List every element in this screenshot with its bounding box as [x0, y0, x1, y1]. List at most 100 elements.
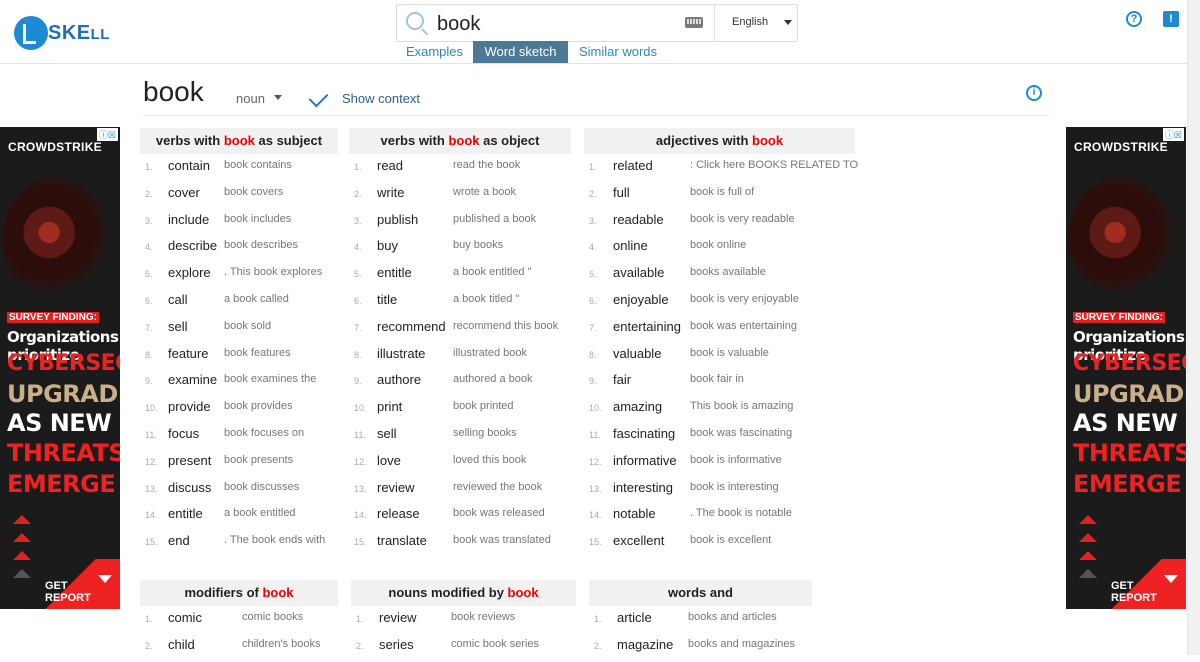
collocate-word[interactable]: available [613, 265, 664, 281]
collocate-word[interactable]: authore [377, 372, 421, 388]
show-context-toggle[interactable]: Show context [342, 91, 420, 106]
collocate-word[interactable]: recommend [377, 319, 446, 335]
list-item[interactable]: 15. end . The book ends with [140, 531, 338, 558]
list-item[interactable]: 9. examine book examines the [140, 370, 338, 397]
list-item[interactable]: 7. recommend recommend this book [349, 317, 571, 344]
tab-similar-words[interactable]: Similar words [568, 41, 668, 63]
list-item[interactable]: 5. explore . This book explores [140, 263, 338, 290]
list-item[interactable]: 1. review book reviews [351, 608, 576, 635]
keyboard-icon[interactable] [685, 17, 703, 28]
collocate-word[interactable]: valuable [613, 346, 661, 362]
list-item[interactable]: 9. fair book fair in [584, 370, 855, 397]
collocate-word[interactable]: explore [168, 265, 211, 281]
list-item[interactable]: 12. informative book is informative [584, 451, 855, 478]
checkmark-icon[interactable] [308, 87, 329, 108]
collocate-word[interactable]: enjoyable [613, 292, 669, 308]
collocate-word[interactable]: interesting [613, 480, 673, 496]
collocate-word[interactable]: readable [613, 212, 664, 228]
list-item[interactable]: 10. provide book provides [140, 397, 338, 424]
list-item[interactable]: 2. cover book covers [140, 183, 338, 210]
collocate-word[interactable]: amazing [613, 399, 662, 415]
list-item[interactable]: 12. love loved this book [349, 451, 571, 478]
list-item[interactable]: 9. authore authored a book [349, 370, 571, 397]
list-item[interactable]: 11. focus book focuses on [140, 424, 338, 451]
get-report-button[interactable]: GET REPORT [45, 559, 120, 609]
skell-logo[interactable]: SKELL [14, 16, 109, 50]
list-item[interactable]: 6. call a book called [140, 290, 338, 317]
list-item[interactable]: 14. release book was released [349, 504, 571, 531]
collocate-word[interactable]: excellent [613, 533, 664, 549]
list-item[interactable]: 2. series comic book series [351, 635, 576, 662]
list-item[interactable]: 1. article books and articles [589, 608, 812, 635]
collocate-word[interactable]: child [168, 637, 195, 653]
list-item[interactable]: 3. include book includes [140, 210, 338, 237]
collocate-word[interactable]: release [377, 506, 420, 522]
list-item[interactable]: 2. magazine books and magazines [589, 635, 812, 662]
collocate-word[interactable]: series [379, 637, 414, 653]
list-item[interactable]: 15. excellent book is excellent [584, 531, 855, 558]
collocate-word[interactable]: publish [377, 212, 418, 228]
pos-select[interactable]: noun [236, 91, 265, 106]
collocate-word[interactable]: fascinating [613, 426, 675, 442]
list-item[interactable]: 8. valuable book is valuable [584, 344, 855, 371]
collocate-word[interactable]: present [168, 453, 211, 469]
list-item[interactable]: 1. comic comic books [140, 608, 338, 635]
list-item[interactable]: 6. enjoyable book is very enjoyable [584, 290, 855, 317]
collocate-word[interactable]: full [613, 185, 630, 201]
list-item[interactable]: 13. discuss book discusses [140, 478, 338, 505]
collocate-word[interactable]: informative [613, 453, 677, 469]
collocate-word[interactable]: describe [168, 238, 217, 254]
collocate-word[interactable]: focus [168, 426, 199, 442]
list-item[interactable]: 14. notable . The book is notable [584, 504, 855, 531]
list-item[interactable]: 2. write wrote a book [349, 183, 571, 210]
search-icon[interactable] [406, 12, 424, 30]
list-item[interactable]: 6. title a book titled " [349, 290, 571, 317]
list-item[interactable]: 8. feature book features [140, 344, 338, 371]
collocate-word[interactable]: review [379, 610, 417, 626]
collocate-word[interactable]: comic [168, 610, 202, 626]
list-item[interactable]: 8. illustrate illustrated book [349, 344, 571, 371]
list-item[interactable]: 11. sell selling books [349, 424, 571, 451]
collocate-word[interactable]: discuss [168, 480, 211, 496]
collocate-word[interactable]: examine [168, 372, 217, 388]
collocate-word[interactable]: print [377, 399, 402, 415]
collocate-word[interactable]: end [168, 533, 190, 549]
collocate-word[interactable]: illustrate [377, 346, 425, 362]
collocate-word[interactable]: notable [613, 506, 656, 522]
collocate-word[interactable]: love [377, 453, 401, 469]
collocate-word[interactable]: related [613, 158, 653, 174]
ad-banner-left[interactable]: ⓘ☒ CROWDSTRIKE SURVEY FINDING: Organizat… [0, 127, 120, 609]
collocate-word[interactable]: entitle [168, 506, 203, 522]
list-item[interactable]: 3. publish published a book [349, 210, 571, 237]
list-item[interactable]: 2. full book is full of [584, 183, 855, 210]
list-item[interactable]: 7. sell book sold [140, 317, 338, 344]
scrollbar[interactable] [1187, 0, 1200, 655]
chevron-down-icon[interactable] [274, 95, 282, 100]
collocate-word[interactable]: fair [613, 372, 631, 388]
collocate-word[interactable]: online [613, 238, 648, 254]
collocate-word[interactable]: include [168, 212, 209, 228]
list-item[interactable]: 12. present book presents [140, 451, 338, 478]
collocate-word[interactable]: feature [168, 346, 208, 362]
collocate-word[interactable]: write [377, 185, 404, 201]
tab-word-sketch[interactable]: Word sketch [473, 41, 568, 63]
collocate-word[interactable]: contain [168, 158, 210, 174]
list-item[interactable]: 5. available books available [584, 263, 855, 290]
language-select[interactable]: English [714, 5, 798, 41]
list-item[interactable]: 13. interesting book is interesting [584, 478, 855, 505]
collocate-word[interactable]: cover [168, 185, 200, 201]
list-item[interactable]: 15. translate book was translated [349, 531, 571, 558]
collocate-word[interactable]: buy [377, 238, 398, 254]
collocate-word[interactable]: entitle [377, 265, 412, 281]
list-item[interactable]: 3. readable book is very readable [584, 210, 855, 237]
collocate-word[interactable]: review [377, 480, 415, 496]
list-item[interactable]: 5. entitle a book entitled " [349, 263, 571, 290]
collocate-word[interactable]: provide [168, 399, 211, 415]
list-item[interactable]: 7. entertaining book was entertaining [584, 317, 855, 344]
list-item[interactable]: 2. child children's books [140, 635, 338, 662]
collocate-word[interactable]: translate [377, 533, 427, 549]
info-icon[interactable]: i [1026, 85, 1042, 101]
list-item[interactable]: 10. amazing This book is amazing [584, 397, 855, 424]
list-item[interactable]: 11. fascinating book was fascinating [584, 424, 855, 451]
collocate-word[interactable]: magazine [617, 637, 673, 653]
